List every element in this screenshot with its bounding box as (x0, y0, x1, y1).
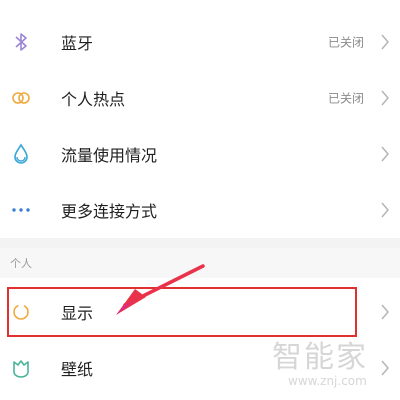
more-connections-icon (8, 197, 34, 223)
chevron-right-icon (380, 89, 390, 107)
settings-row-wallpaper[interactable]: 壁纸 (0, 340, 400, 396)
settings-row-hotspot[interactable]: 个人热点 已关闭 (0, 70, 400, 126)
section-divider (0, 238, 400, 248)
section-header-personal: 个人 (0, 248, 400, 278)
section-header-label: 个人 (10, 257, 32, 270)
settings-row-label: 个人热点 (61, 90, 126, 109)
status-text: 已关闭 (327, 35, 364, 50)
settings-row-label: 显示 (61, 304, 94, 323)
chevron-right-icon (380, 145, 390, 163)
settings-row-label: 更多连接方式 (61, 202, 158, 221)
settings-row-display[interactable]: 显示 (0, 284, 400, 340)
settings-row-more-connections[interactable]: 更多连接方式 (0, 182, 400, 238)
wallpaper-icon (8, 355, 34, 381)
settings-row-label: 壁纸 (61, 360, 94, 379)
chevron-right-icon (380, 303, 390, 321)
settings-row-label: 蓝牙 (61, 34, 94, 53)
chevron-right-icon (380, 33, 390, 51)
settings-row-label: 流量使用情况 (61, 146, 158, 165)
chevron-right-icon (380, 201, 390, 219)
bluetooth-icon (8, 29, 34, 55)
display-icon (8, 299, 34, 325)
chevron-right-icon (380, 359, 390, 377)
hotspot-icon (8, 85, 34, 111)
status-text: 已关闭 (327, 91, 364, 106)
settings-row-data-usage[interactable]: 流量使用情况 (0, 126, 400, 182)
data-usage-icon (8, 141, 34, 167)
settings-row-bluetooth[interactable]: 蓝牙 已关闭 (0, 14, 400, 70)
